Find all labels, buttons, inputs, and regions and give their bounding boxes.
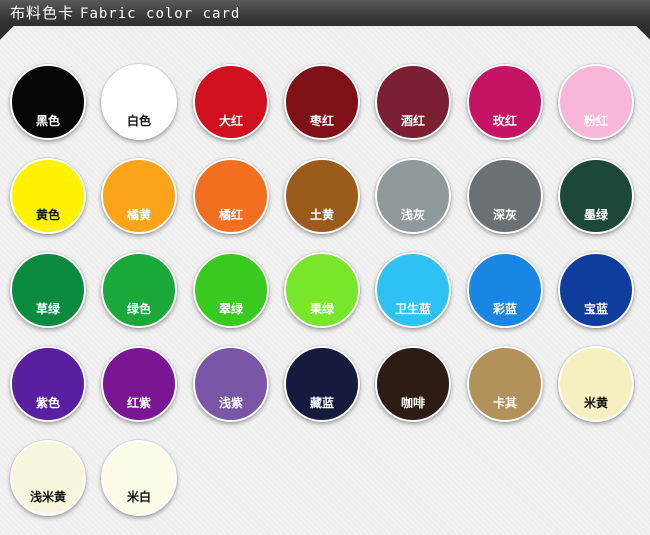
- color-swatch: 大红: [193, 64, 269, 140]
- swatch-label: 卡其: [492, 396, 517, 410]
- color-swatch: 彩蓝: [467, 252, 543, 328]
- color-swatch: 黑色: [10, 64, 86, 140]
- color-swatch: 玫红: [467, 64, 543, 140]
- color-swatch: 枣红: [284, 64, 360, 140]
- color-swatch: 果绿: [284, 252, 360, 328]
- swatch-label: 白色: [126, 114, 151, 128]
- swatch-label: 黄色: [35, 208, 60, 222]
- color-swatch: 藏蓝: [284, 346, 360, 422]
- swatch-label: 粉红: [583, 114, 608, 128]
- swatch-label: 草绿: [35, 302, 60, 316]
- swatch-label: 卫生蓝: [394, 302, 431, 316]
- swatch-label: 米白: [126, 490, 151, 504]
- swatch-label: 红紫: [126, 396, 151, 410]
- swatch-label: 浅灰: [400, 208, 425, 222]
- swatch-label: 橘红: [218, 208, 243, 222]
- color-swatch: 橘黄: [101, 158, 177, 234]
- color-swatch: 浅灰: [375, 158, 451, 234]
- color-swatch: 酒红: [375, 64, 451, 140]
- swatch-label: 浅米黄: [29, 490, 66, 504]
- color-swatch: 墨绿: [558, 158, 634, 234]
- swatch-label: 咖啡: [400, 396, 425, 410]
- color-swatch: 宝蓝: [558, 252, 634, 328]
- swatch-label: 枣红: [309, 114, 334, 128]
- color-swatch: 卫生蓝: [375, 252, 451, 328]
- swatch-label: 深灰: [492, 208, 517, 222]
- color-swatch: 浅米黄: [10, 440, 86, 516]
- swatch-label: 藏蓝: [309, 396, 334, 410]
- swatch-label: 黑色: [35, 114, 60, 128]
- swatch-label: 橘黄: [126, 208, 151, 222]
- color-swatch: 浅紫: [193, 346, 269, 422]
- color-swatch: 白色: [101, 64, 177, 140]
- swatch-label: 紫色: [35, 396, 60, 410]
- swatch-label: 翠绿: [218, 302, 243, 316]
- color-swatch: 咖啡: [375, 346, 451, 422]
- swatch-label: 大红: [218, 114, 243, 128]
- color-swatch: 绿色: [101, 252, 177, 328]
- color-swatch: 深灰: [467, 158, 543, 234]
- color-swatch-grid: 黑色 白色 大红 枣红 酒红 玫红 粉红黄色 橘黄 橘红 土黄 浅灰 深灰 墨绿草绿 绿色 翠绿 果绿 卫生蓝 彩…: [0, 0, 650, 535]
- swatch-label: 米黄: [583, 396, 608, 410]
- color-swatch: 翠绿: [193, 252, 269, 328]
- swatch-label: 浅紫: [218, 396, 243, 410]
- color-swatch: 红紫: [101, 346, 177, 422]
- color-swatch: 米黄: [558, 346, 634, 422]
- color-swatch: 紫色: [10, 346, 86, 422]
- swatch-label: 彩蓝: [492, 302, 517, 316]
- swatch-label: 绿色: [126, 302, 151, 316]
- color-swatch: 草绿: [10, 252, 86, 328]
- swatch-label: 果绿: [309, 302, 334, 316]
- color-swatch: 黄色: [10, 158, 86, 234]
- color-swatch: 土黄: [284, 158, 360, 234]
- color-swatch: 米白: [101, 440, 177, 516]
- swatch-label: 土黄: [309, 208, 334, 222]
- swatch-label: 玫红: [492, 114, 517, 128]
- swatch-label: 宝蓝: [583, 302, 608, 316]
- color-swatch: 橘红: [193, 158, 269, 234]
- swatch-label: 墨绿: [583, 208, 608, 222]
- color-swatch: 卡其: [467, 346, 543, 422]
- swatch-label: 酒红: [400, 114, 425, 128]
- color-swatch: 粉红: [558, 64, 634, 140]
